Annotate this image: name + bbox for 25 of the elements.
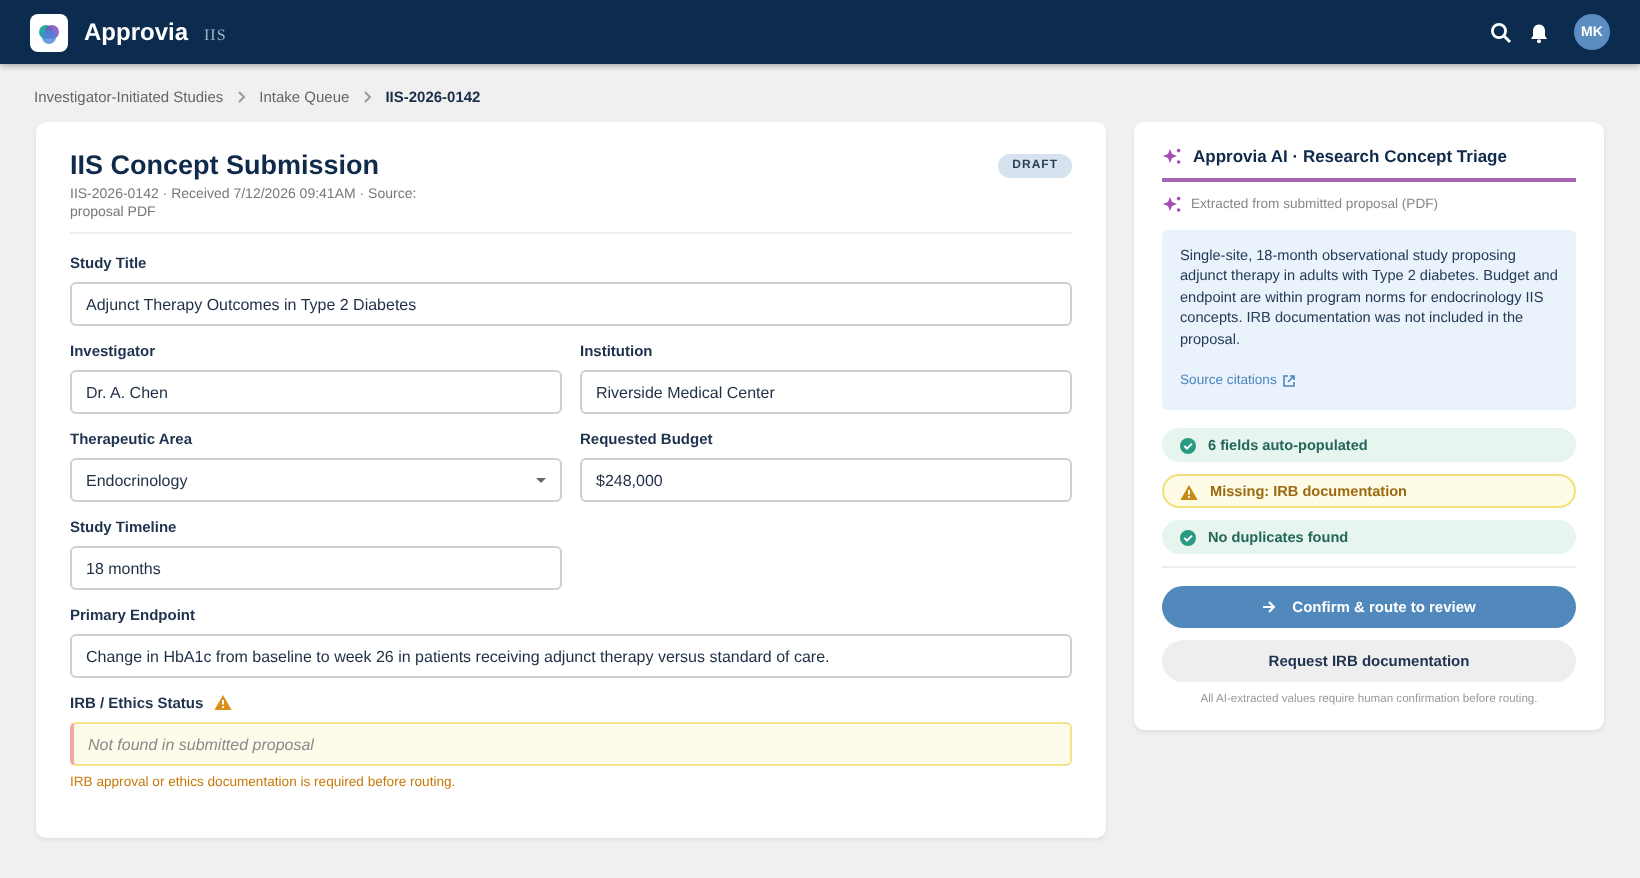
input-field[interactable]: Dr. A. Chen: [70, 370, 562, 415]
product-name: IIS: [204, 25, 227, 43]
arrow-icon: [1262, 600, 1277, 615]
form-title: IIS Concept Submission: [70, 150, 382, 180]
external-link-icon: [1282, 374, 1297, 389]
sparkle-icon: [1162, 147, 1181, 165]
chevron-icon: [235, 90, 248, 104]
brand-name: Approvia: [84, 18, 189, 46]
input-field[interactable]: $248,000: [580, 458, 1072, 503]
input-field[interactable]: Riverside Medical Center: [580, 370, 1072, 415]
logo-mark-icon: [36, 19, 62, 45]
sparkle-icon: [1162, 196, 1181, 213]
search-icon[interactable]: [1490, 21, 1512, 43]
check-icon: [1180, 529, 1196, 546]
input-field[interactable]: Change in HbA1c from baseline to week 26 in patients receiving adjunct therapy versus standard of care.: [70, 634, 1072, 679]
panel-title: Approvia AI · Research Concept Triage: [1193, 146, 1507, 166]
input-field[interactable]: 18 months: [70, 546, 562, 591]
check-icon: [1180, 437, 1196, 454]
chevron-icon: [361, 90, 374, 104]
warning-icon: [1180, 483, 1198, 501]
warning-icon: [213, 694, 232, 712]
dropdown-field[interactable]: Endocrinology: [70, 458, 562, 503]
bell-icon[interactable]: [1528, 21, 1550, 43]
input-field[interactable]: Adjunct Therapy Outcomes in Type 2 Diabetes: [70, 282, 1072, 327]
caret-icon: [536, 477, 546, 484]
